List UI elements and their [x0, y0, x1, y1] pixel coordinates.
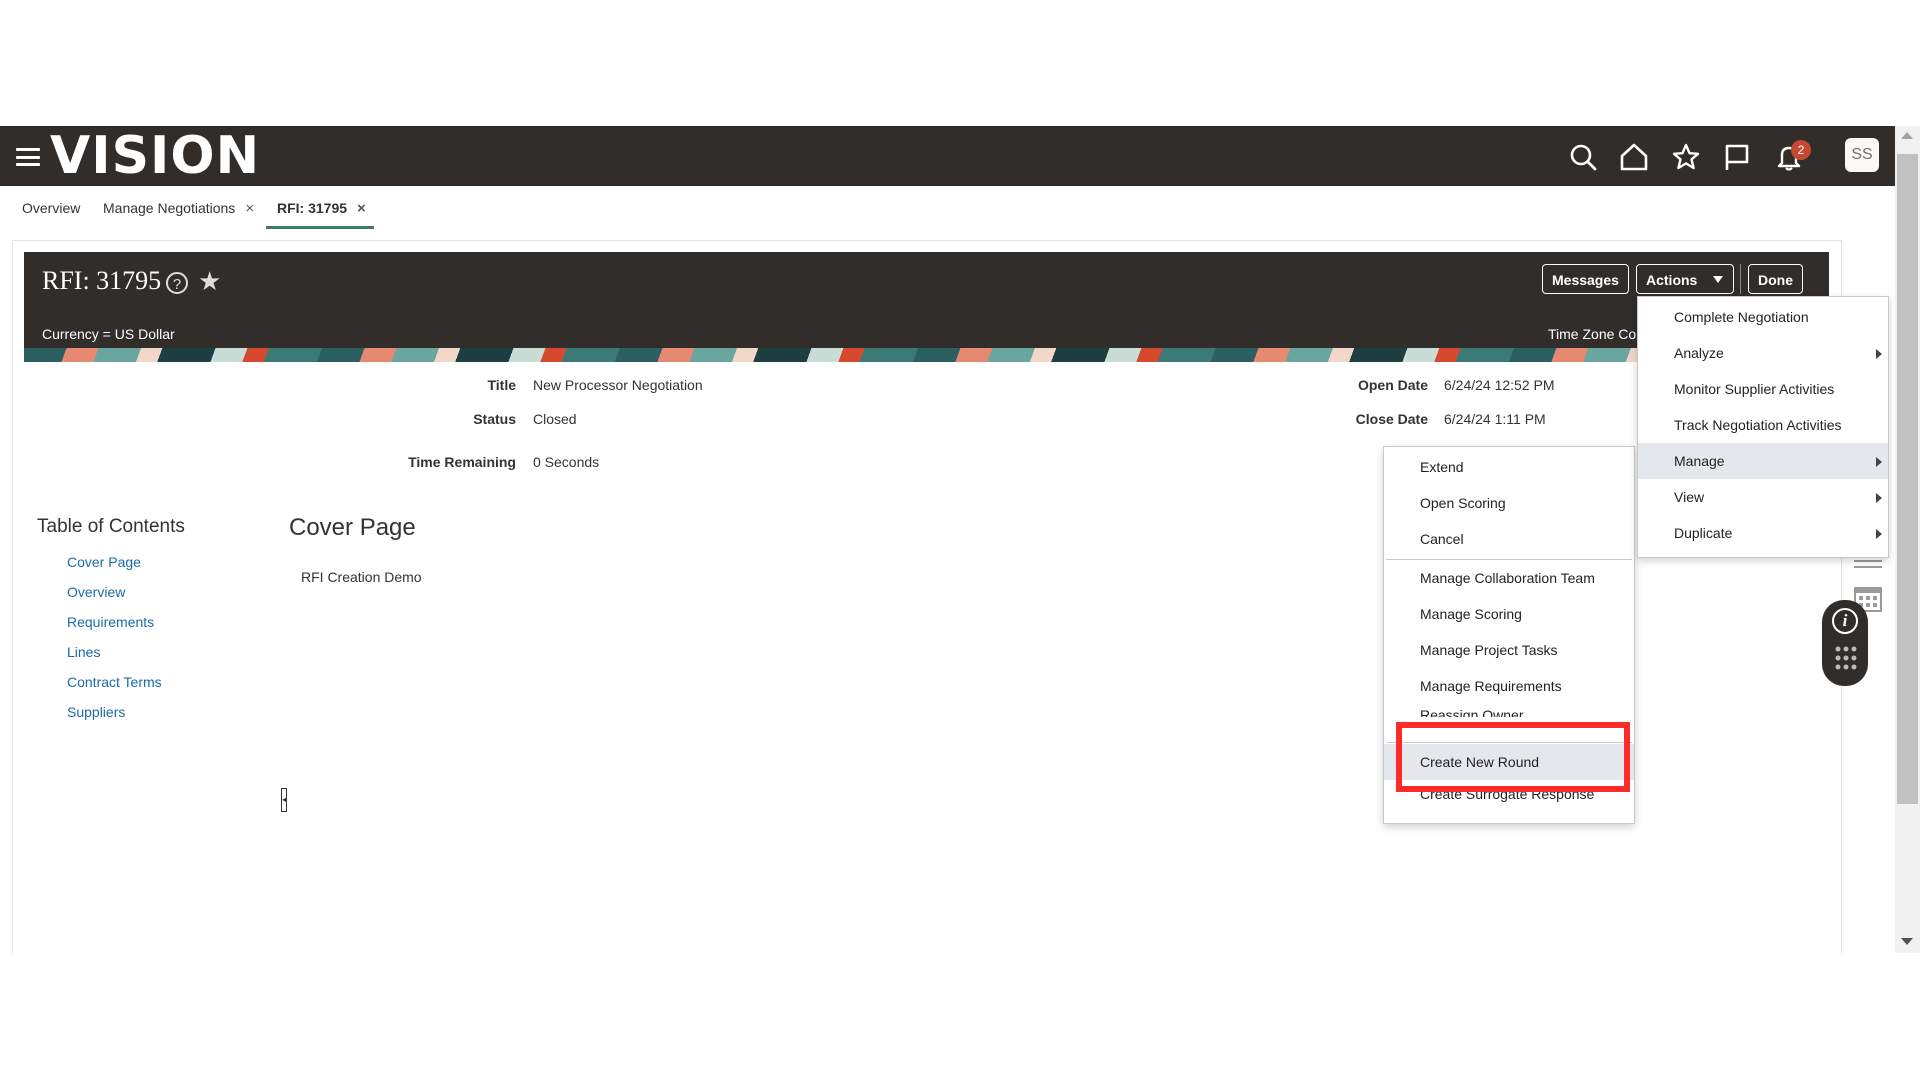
- menu-item-analyze[interactable]: Analyze: [1638, 335, 1888, 371]
- menu-item-duplicate[interactable]: Duplicate: [1638, 515, 1888, 551]
- menu-item-label: Manage Scoring: [1420, 606, 1522, 622]
- menu-item-extend[interactable]: Extend: [1384, 449, 1634, 485]
- currency-label: Currency = US Dollar: [42, 326, 175, 342]
- close-date-label: Close Date: [1355, 411, 1428, 427]
- hamburger-menu-icon[interactable]: [16, 148, 40, 166]
- menu-item-manage-scoring[interactable]: Manage Scoring: [1384, 596, 1634, 632]
- menu-item-label: Analyze: [1674, 345, 1724, 361]
- favorite-star-icon[interactable]: ★: [198, 266, 221, 297]
- actions-button-label: Actions: [1646, 272, 1698, 288]
- submenu-arrow-icon: [1876, 529, 1882, 539]
- menu-item-label: Track Negotiation Activities: [1674, 417, 1842, 433]
- done-button[interactable]: Done: [1748, 264, 1803, 294]
- timezone-text: Time Zone Co: [1548, 326, 1637, 342]
- toc-title: Table of Contents: [37, 516, 185, 537]
- menu-item-label: Duplicate: [1674, 525, 1733, 541]
- help-icon[interactable]: ?: [166, 272, 188, 294]
- notification-count-badge: 2: [1791, 140, 1811, 160]
- title-value: New Processor Negotiation: [533, 377, 703, 393]
- cover-page-heading: Cover Page: [289, 514, 416, 541]
- favorites-star-icon[interactable]: [1671, 142, 1701, 172]
- menu-item-manage-collaboration-team[interactable]: Manage Collaboration Team: [1384, 560, 1634, 596]
- vertical-scrollbar[interactable]: [1895, 126, 1920, 953]
- scroll-up-arrow-icon[interactable]: [1901, 132, 1913, 139]
- home-icon[interactable]: [1619, 142, 1649, 172]
- vision-logo[interactable]: VISION: [50, 130, 260, 182]
- app-window: VISION 2 SS Overview Manage Negotiations…: [0, 126, 1895, 953]
- tab-rfi-31795[interactable]: RFI: 31795 ×: [277, 200, 366, 217]
- title-label: Title: [487, 377, 516, 393]
- close-tab-icon[interactable]: ×: [357, 200, 366, 217]
- toc-link-lines[interactable]: Lines: [67, 644, 100, 660]
- flag-icon[interactable]: [1722, 142, 1752, 172]
- time-remaining-label: Time Remaining: [408, 454, 516, 470]
- menu-item-track-negotiation-activities[interactable]: Track Negotiation Activities: [1638, 407, 1888, 443]
- menu-item-manage-project-tasks[interactable]: Manage Project Tasks: [1384, 632, 1634, 668]
- global-header: VISION 2 SS: [0, 126, 1895, 186]
- scroll-down-arrow-icon[interactable]: [1901, 938, 1913, 945]
- messages-button[interactable]: Messages: [1542, 264, 1629, 294]
- actions-button[interactable]: Actions: [1636, 264, 1734, 294]
- open-date-label: Open Date: [1357, 377, 1428, 393]
- page-tabs: Overview Manage Negotiations × RFI: 31795…: [0, 186, 1895, 230]
- actions-menu: Complete Negotiation Analyze Monitor Sup…: [1637, 296, 1889, 558]
- page-header-banner: RFI: 31795 ? ★ Currency = US Dollar Time…: [24, 252, 1829, 362]
- search-icon[interactable]: [1568, 142, 1598, 172]
- menu-item-label: Manage Collaboration Team: [1420, 570, 1595, 586]
- decorative-pattern: [24, 348, 1829, 362]
- callout-highlight-box: [1396, 722, 1630, 792]
- tab-overview[interactable]: Overview: [22, 200, 80, 216]
- page-title: RFI: 31795: [42, 266, 162, 295]
- menu-item-monitor-supplier-activities[interactable]: Monitor Supplier Activities: [1638, 371, 1888, 407]
- drag-handle-icon[interactable]: [1835, 646, 1857, 676]
- toc-link-requirements[interactable]: Requirements: [67, 614, 154, 630]
- time-remaining-value: 0 Seconds: [533, 454, 600, 470]
- menu-item-cancel[interactable]: Cancel: [1384, 521, 1634, 557]
- menu-item-label: Create Surrogate Response: [1420, 792, 1595, 802]
- close-tab-icon[interactable]: ×: [245, 200, 254, 217]
- submenu-arrow-icon: [1876, 457, 1882, 467]
- menu-item-complete-negotiation[interactable]: Complete Negotiation: [1638, 299, 1888, 335]
- info-icon[interactable]: i: [1832, 608, 1858, 634]
- menu-item-view[interactable]: View: [1638, 479, 1888, 515]
- toc-link-cover-page[interactable]: Cover Page: [67, 554, 141, 570]
- menu-item-open-scoring[interactable]: Open Scoring: [1384, 485, 1634, 521]
- active-tab-indicator: [266, 226, 374, 229]
- status-value: Closed: [533, 411, 577, 427]
- open-date-value: 6/24/24 12:52 PM: [1444, 377, 1555, 393]
- tab-manage-negotiations[interactable]: Manage Negotiations ×: [103, 200, 254, 217]
- status-label: Status: [473, 411, 516, 427]
- toc-link-overview[interactable]: Overview: [67, 584, 125, 600]
- menu-item-reassign-owner[interactable]: Reassign Owner: [1384, 697, 1634, 717]
- tab-label: Overview: [22, 200, 81, 216]
- menu-item-label: Complete Negotiation: [1674, 309, 1809, 325]
- toc-link-contract-terms[interactable]: Contract Terms: [67, 674, 162, 690]
- menu-item-manage[interactable]: Manage: [1638, 443, 1888, 479]
- menu-item-label: Manage Project Tasks: [1420, 642, 1558, 658]
- tab-label: Manage Negotiations: [103, 200, 236, 216]
- button-separator: [1740, 264, 1741, 294]
- menu-item-label: Open Scoring: [1420, 495, 1506, 511]
- close-date-value: 6/24/24 1:11 PM: [1444, 411, 1546, 427]
- menu-item-label: Monitor Supplier Activities: [1674, 381, 1835, 397]
- menu-item-label: Manage: [1674, 453, 1725, 469]
- menu-item-label: Cancel: [1420, 531, 1464, 547]
- chevron-down-icon: [1713, 276, 1723, 283]
- timezone-label: Time Zone Co: [1548, 326, 1636, 342]
- menu-item-label: Reassign Owner: [1420, 707, 1524, 717]
- menu-item-label: Extend: [1420, 459, 1464, 475]
- submenu-arrow-icon: [1876, 493, 1882, 503]
- guided-help-widget[interactable]: i: [1822, 600, 1868, 686]
- collapse-pane-handle[interactable]: ◂: [281, 788, 287, 812]
- tab-label: RFI: 31795: [277, 200, 348, 216]
- scrollbar-thumb[interactable]: [1897, 154, 1918, 804]
- menu-item-create-surrogate-response[interactable]: Create Surrogate Response: [1384, 792, 1634, 808]
- submenu-arrow-icon: [1876, 349, 1882, 359]
- user-avatar[interactable]: SS: [1845, 138, 1879, 172]
- cover-page-text: RFI Creation Demo: [301, 569, 422, 585]
- menu-item-label: View: [1674, 489, 1705, 505]
- toc-link-suppliers[interactable]: Suppliers: [67, 704, 125, 720]
